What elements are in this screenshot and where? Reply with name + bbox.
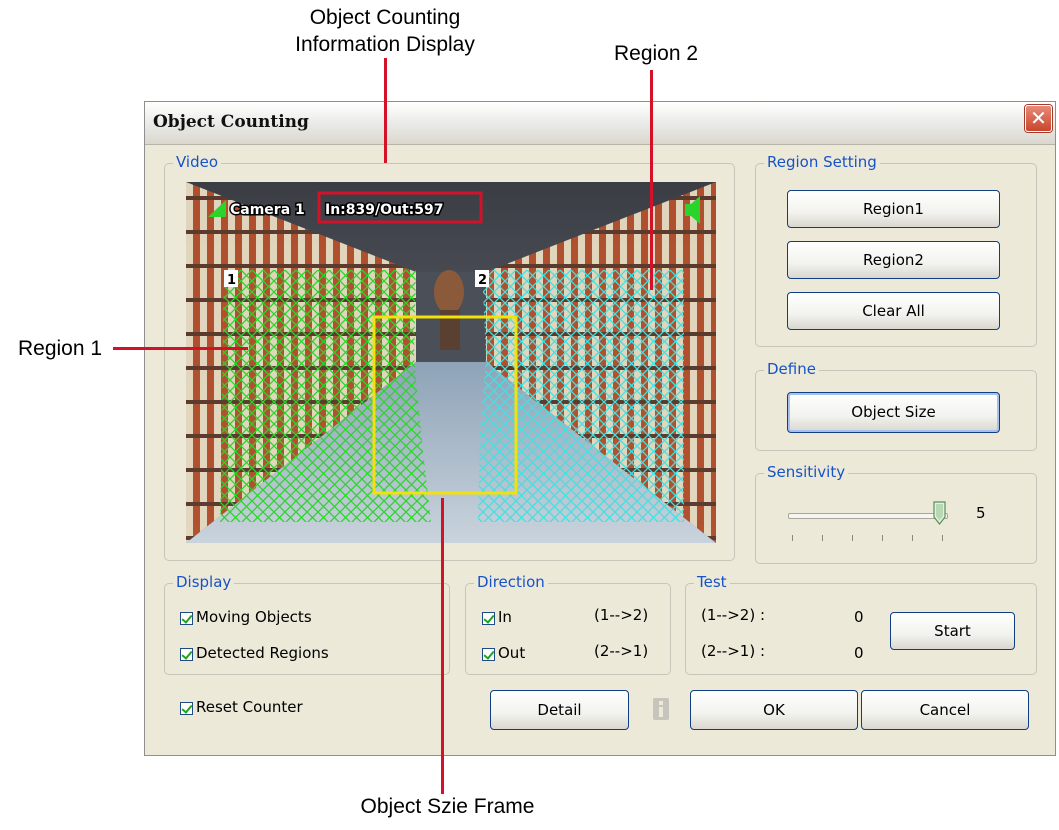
clear-all-button[interactable]: Clear All [787, 292, 1000, 330]
moving-objects-label: Moving Objects [196, 608, 312, 626]
region2-button[interactable]: Region2 [787, 241, 1000, 279]
close-icon: ✕ [1030, 106, 1047, 130]
detail-button[interactable]: Detail [490, 690, 629, 730]
callout-object-size-frame: Object Szie Frame [360, 795, 535, 818]
direction-in-mapping: (1-->2) [594, 606, 649, 624]
video-group-label: Video [173, 153, 222, 171]
slider-tick [822, 535, 823, 541]
slider-tick [912, 535, 913, 541]
test-label: Test [694, 573, 730, 591]
test-row2-label: (2-->1) : [701, 642, 766, 660]
region1-marker: 1 [227, 273, 236, 288]
object-size-button[interactable]: Object Size [787, 392, 1000, 433]
region1-overlay [220, 270, 431, 522]
slider-tick [882, 535, 883, 541]
title-bar: Object Counting ✕ [145, 102, 1055, 145]
video-camera-overlay: Camera 1 [230, 202, 305, 218]
direction-group: Direction [465, 573, 671, 675]
info-icon [653, 698, 669, 720]
slider-tick [852, 535, 853, 541]
direction-in-label: In [498, 608, 512, 626]
start-button[interactable]: Start [890, 612, 1015, 650]
region-setting-label: Region Setting [764, 153, 880, 171]
direction-out-checkbox[interactable] [482, 648, 495, 661]
direction-out-mapping: (2-->1) [594, 642, 649, 660]
slider-tick [792, 535, 793, 541]
direction-in-checkbox[interactable] [482, 612, 495, 625]
ok-button[interactable]: OK [690, 690, 858, 730]
region2-overlay [478, 270, 684, 522]
test-row2-value: 0 [854, 644, 864, 662]
sensitivity-value: 5 [976, 504, 986, 522]
callout-info-display-line1: Object Counting [309, 6, 461, 29]
reset-counter-label: Reset Counter [196, 698, 303, 716]
slider-track [788, 513, 948, 519]
direction-label: Direction [474, 573, 548, 591]
test-row1-label: (1-->2) : [701, 606, 766, 624]
slider-thumb[interactable] [933, 501, 946, 525]
region1-button[interactable]: Region1 [787, 190, 1000, 228]
object-counting-dialog: Object Counting ✕ Video Camera 1 In:839/… [144, 101, 1056, 756]
callout-line-region1-h [113, 347, 248, 350]
video-counts-overlay: In:839/Out:597 [325, 202, 444, 218]
callout-line-region2 [650, 70, 653, 290]
display-label: Display [173, 573, 235, 591]
video-preview[interactable]: Camera 1 In:839/Out:597 1 2 [186, 182, 716, 543]
video-scene: Camera 1 In:839/Out:597 1 2 [186, 182, 716, 543]
sensitivity-label: Sensitivity [764, 463, 849, 481]
callout-line-size-frame [441, 498, 444, 794]
callout-line-info-display [384, 58, 387, 163]
cancel-button[interactable]: Cancel [861, 690, 1029, 730]
detected-regions-label: Detected Regions [196, 644, 329, 662]
callout-region2: Region 2 [613, 42, 699, 65]
dialog-title: Object Counting [153, 112, 309, 132]
direction-out-label: Out [498, 644, 526, 662]
callout-region1: Region 1 [17, 337, 103, 360]
close-button[interactable]: ✕ [1025, 105, 1052, 132]
callout-info-display-line2: Information Display [295, 33, 475, 56]
region2-marker: 2 [478, 273, 487, 288]
detected-regions-checkbox[interactable] [180, 648, 193, 661]
reset-counter-checkbox[interactable] [180, 702, 193, 715]
sensitivity-slider[interactable] [788, 499, 953, 547]
slider-tick [942, 535, 943, 541]
define-label: Define [764, 360, 819, 378]
moving-objects-checkbox[interactable] [180, 612, 193, 625]
test-row1-value: 0 [854, 608, 864, 626]
callout-info-display: Object Counting Information Display [270, 4, 500, 58]
